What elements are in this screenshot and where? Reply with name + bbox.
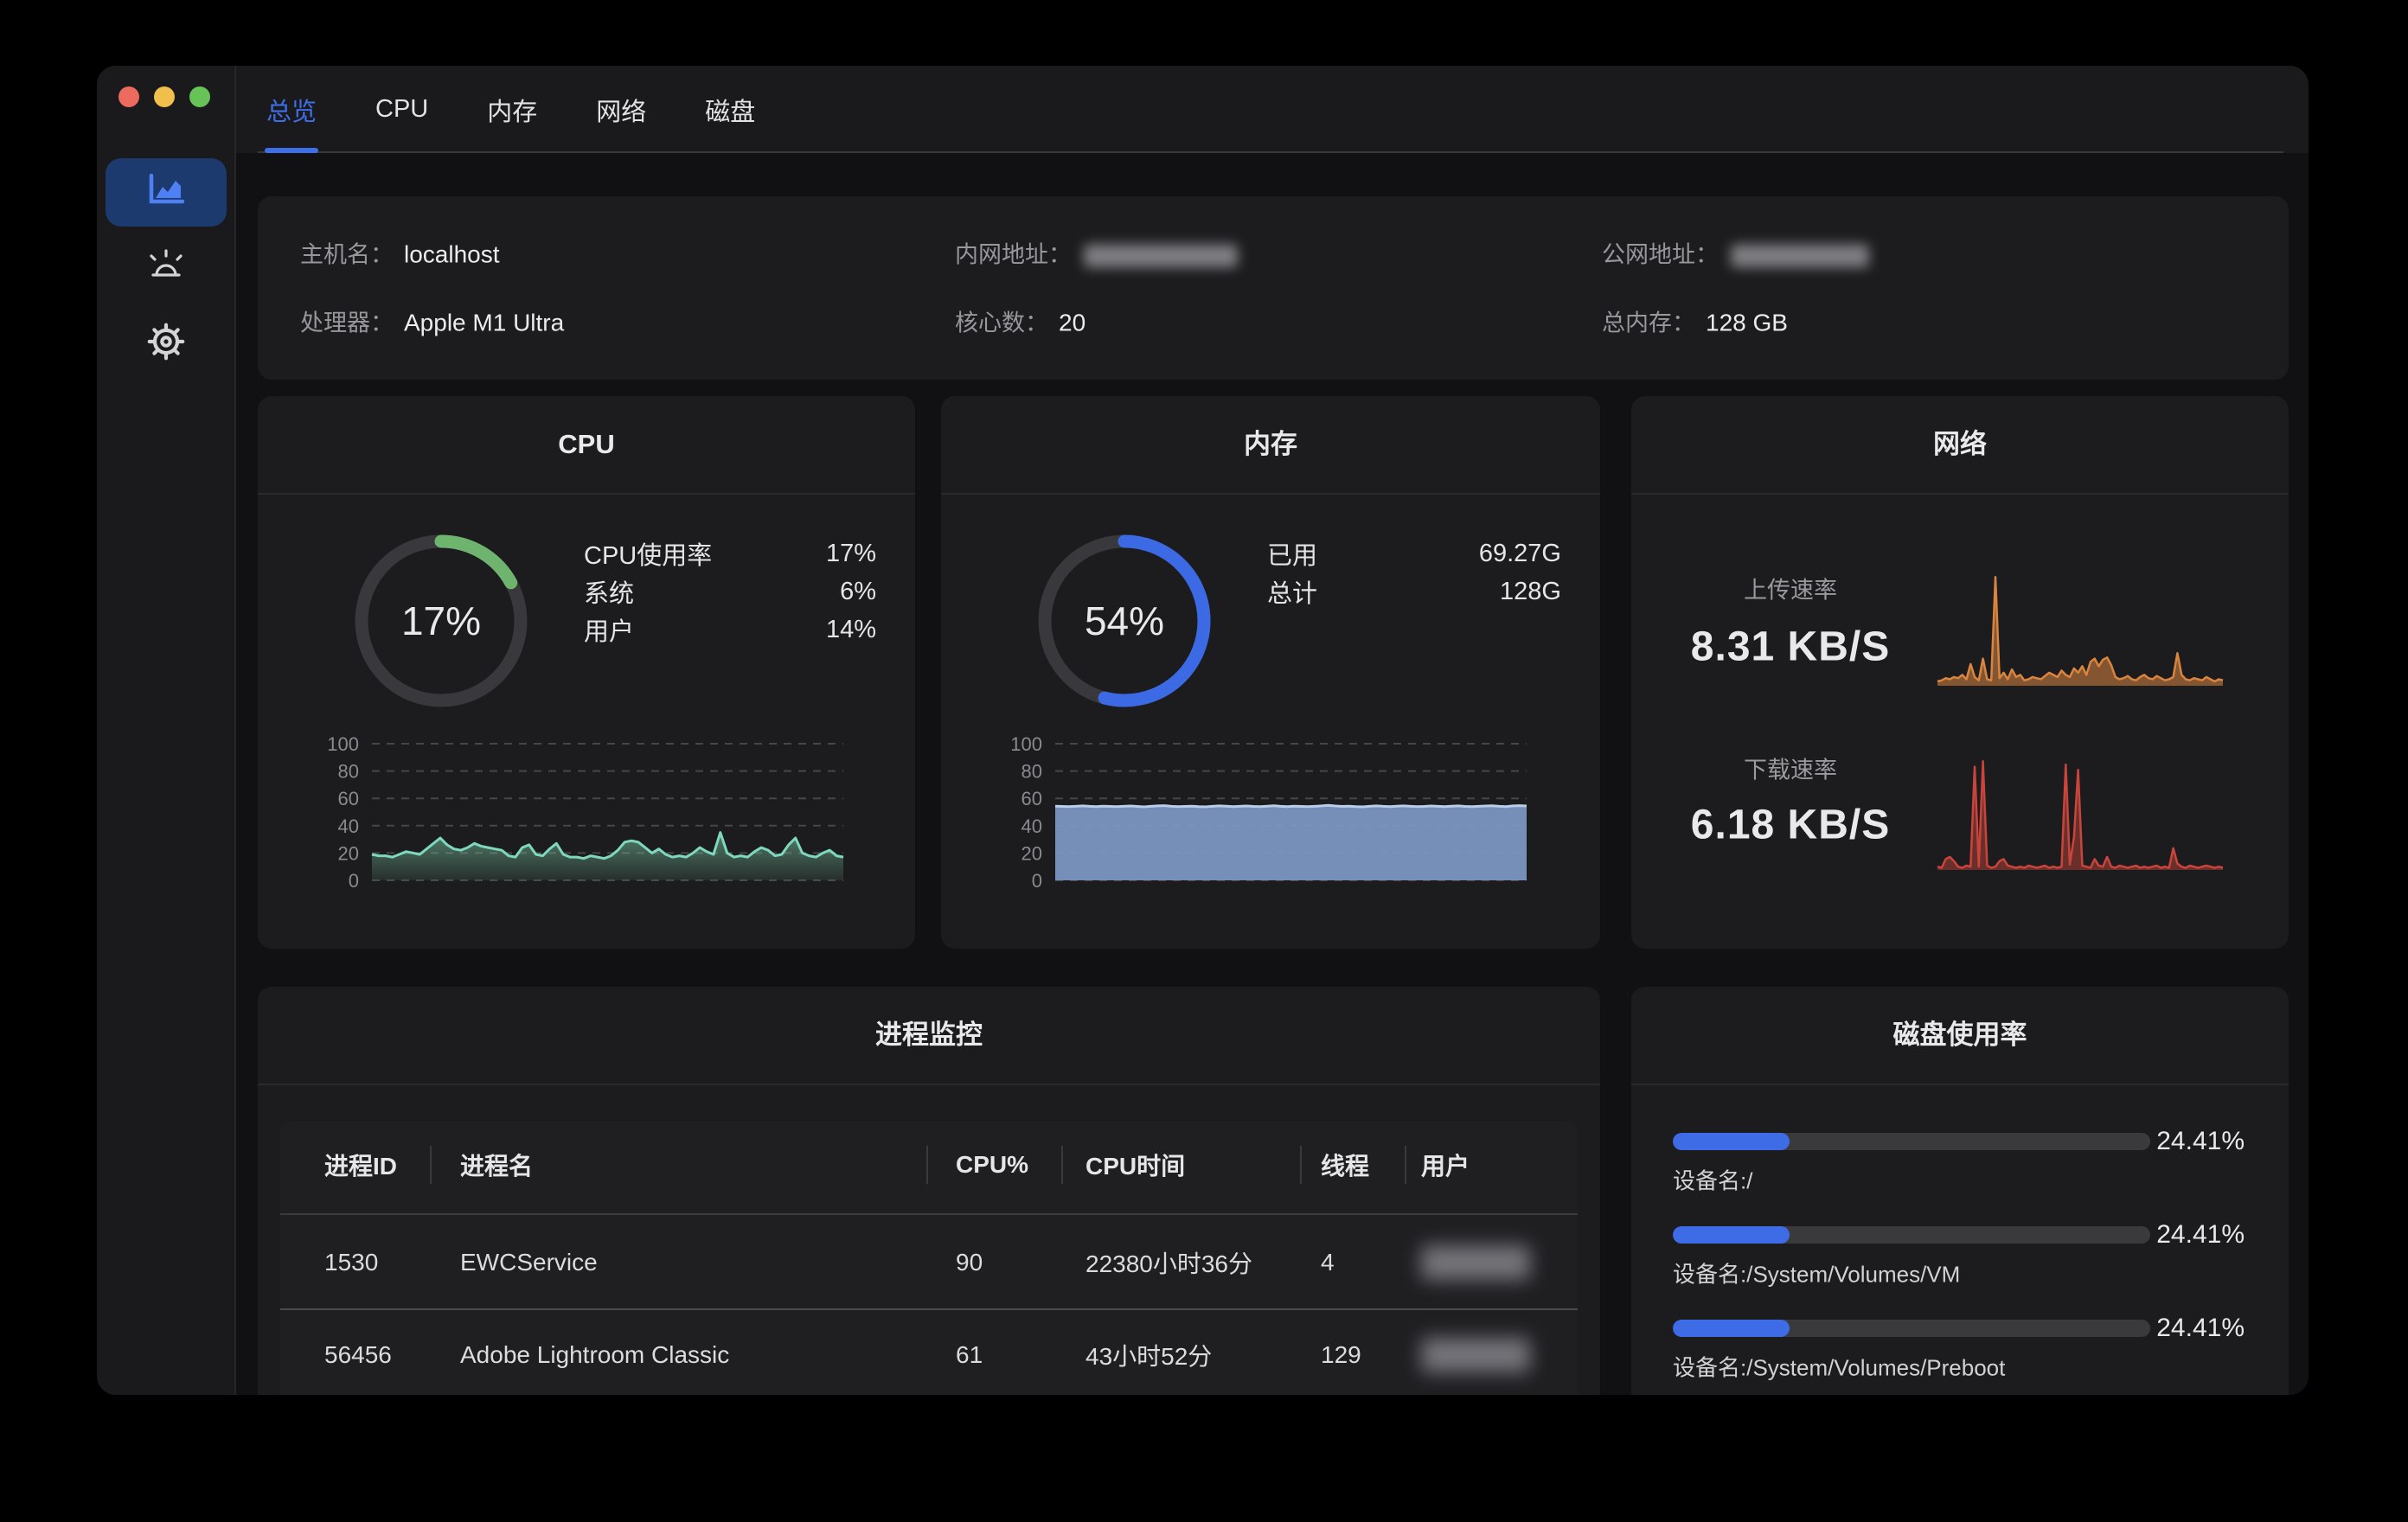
host-info-panel: 主机名：localhost 处理器：Apple M1 Ultra 内网地址： 核… bbox=[258, 196, 2289, 380]
tab-network[interactable]: 网络 bbox=[596, 66, 646, 153]
cpu-stats: CPU使用率17% 系统6% 用户14% bbox=[584, 534, 876, 649]
tab-bar: 总览 CPU 内存 网络 磁盘 bbox=[236, 66, 2309, 153]
disk-card-title: 磁盘使用率 bbox=[1631, 987, 2289, 1085]
upload-rate-value: 8.31 KB/S bbox=[1631, 624, 1950, 671]
stat-row: CPU使用率17% bbox=[584, 534, 876, 572]
column-divider bbox=[1300, 1146, 1302, 1184]
svg-text:60: 60 bbox=[338, 788, 359, 809]
svg-text:100: 100 bbox=[1010, 733, 1042, 755]
desktop-background: 总览 CPU 内存 网络 磁盘 主机名：localhost 处理器：Apple … bbox=[0, 0, 2408, 1522]
close-window-button[interactable] bbox=[118, 86, 139, 107]
upload-history-chart bbox=[1936, 565, 2225, 690]
upload-rate-label: 上传速率 bbox=[1631, 572, 1950, 605]
download-history-chart bbox=[1936, 749, 2225, 874]
stat-row: 总计128G bbox=[1267, 572, 1561, 611]
cpu-history-chart: 0 20 40 60 80 100 bbox=[258, 725, 915, 906]
header-divider bbox=[280, 1213, 1578, 1215]
redacted-wan-address bbox=[1731, 245, 1869, 268]
disk-progress-fill bbox=[1673, 1226, 1790, 1244]
disk-device-label: 设备名:/ bbox=[1673, 1164, 1752, 1196]
sidebar-item-alerts[interactable] bbox=[106, 234, 227, 303]
core-count-field: 核心数：20 bbox=[955, 304, 1086, 338]
column-header-time: CPU时间 bbox=[1086, 1148, 1185, 1182]
disk-percent: 24.41% bbox=[2156, 1220, 2245, 1250]
stat-row: 用户14% bbox=[584, 611, 876, 649]
disk-percent: 24.41% bbox=[2156, 1127, 2245, 1156]
tab-memory[interactable]: 内存 bbox=[487, 66, 537, 153]
column-header-cpu: CPU% bbox=[956, 1151, 1028, 1179]
memory-stats: 已用69.27G 总计128G bbox=[1267, 534, 1561, 611]
column-header-threads: 线程 bbox=[1321, 1148, 1369, 1182]
disk-progress-bar bbox=[1673, 1133, 2150, 1150]
column-divider bbox=[1061, 1146, 1063, 1184]
disk-progress-fill bbox=[1673, 1133, 1790, 1150]
disk-device-label: 设备名:/System/Volumes/Preboot bbox=[1673, 1351, 2005, 1383]
redacted-user-value bbox=[1421, 1245, 1530, 1280]
disk-device-label: 设备名:/System/Volumes/VM bbox=[1673, 1257, 1960, 1289]
column-divider bbox=[430, 1146, 432, 1184]
minimize-window-button[interactable] bbox=[154, 86, 175, 107]
system-monitor-window: 总览 CPU 内存 网络 磁盘 主机名：localhost 处理器：Apple … bbox=[97, 66, 2309, 1395]
sidebar-item-settings[interactable] bbox=[106, 310, 227, 378]
tab-overview[interactable]: 总览 bbox=[266, 66, 317, 153]
sidebar bbox=[97, 66, 236, 1395]
cpu-gauge-value: 17% bbox=[350, 530, 532, 712]
memory-card: 内存 54% 已用69.27G 总计128G 0 20 40 60 bbox=[941, 396, 1600, 949]
hostname-field: 主机名：localhost bbox=[300, 236, 500, 270]
column-divider bbox=[1405, 1146, 1406, 1184]
main-content: 主机名：localhost 处理器：Apple M1 Ultra 内网地址： 核… bbox=[236, 153, 2309, 1395]
lan-address-field: 内网地址： bbox=[955, 236, 1238, 270]
svg-text:100: 100 bbox=[327, 733, 359, 755]
svg-text:80: 80 bbox=[338, 761, 359, 783]
column-header-user: 用户 bbox=[1421, 1148, 1470, 1182]
memory-card-title: 内存 bbox=[941, 396, 1600, 495]
tab-list: 总览 CPU 内存 网络 磁盘 bbox=[266, 66, 755, 153]
disk-progress-fill bbox=[1673, 1320, 1790, 1337]
memory-gauge-value: 54% bbox=[1034, 530, 1215, 712]
svg-text:80: 80 bbox=[1021, 761, 1042, 783]
zoom-window-button[interactable] bbox=[189, 86, 210, 107]
svg-text:60: 60 bbox=[1021, 788, 1042, 809]
stat-row: 已用69.27G bbox=[1267, 534, 1561, 572]
row-divider bbox=[280, 1308, 1578, 1310]
svg-text:0: 0 bbox=[1032, 870, 1042, 892]
cpu-card: CPU 17% CPU使用率17% 系统6% 用 bbox=[258, 396, 915, 949]
sidebar-item-monitor[interactable] bbox=[106, 158, 227, 227]
svg-text:0: 0 bbox=[349, 870, 359, 892]
svg-text:20: 20 bbox=[1021, 842, 1042, 864]
cpu-card-title: CPU bbox=[258, 396, 915, 495]
memory-history-chart: 0 20 40 60 80 100 bbox=[941, 725, 1598, 906]
disk-progress-bar bbox=[1673, 1226, 2150, 1244]
processor-field: 处理器：Apple M1 Ultra bbox=[300, 304, 564, 338]
stat-row: 系统6% bbox=[584, 572, 876, 611]
total-memory-field: 总内存：128 GB bbox=[1602, 304, 1788, 338]
process-monitor-card: 进程监控 进程ID 进程名 CPU% CPU时间 线程 用户 1530 bbox=[258, 987, 1600, 1395]
svg-text:40: 40 bbox=[1021, 815, 1042, 837]
area-chart-icon bbox=[145, 171, 187, 214]
memory-gauge-chart: 54% bbox=[1034, 530, 1215, 712]
alarm-icon bbox=[144, 246, 188, 291]
process-table: 进程ID 进程名 CPU% CPU时间 线程 用户 1530 EWCServic… bbox=[280, 1122, 1578, 1395]
disk-progress-bar bbox=[1673, 1320, 2150, 1337]
redacted-lan-address bbox=[1084, 245, 1238, 268]
tab-disk[interactable]: 磁盘 bbox=[705, 66, 755, 153]
column-divider bbox=[926, 1146, 928, 1184]
download-rate-label: 下载速率 bbox=[1631, 751, 1950, 785]
network-card: 网络 上传速率 8.31 KB/S 下载速率 6.18 KB/S bbox=[1631, 396, 2289, 949]
cpu-gauge-chart: 17% bbox=[350, 530, 532, 712]
network-card-title: 网络 bbox=[1631, 396, 2289, 495]
disk-percent: 24.41% bbox=[2156, 1314, 2245, 1343]
column-header-pid: 进程ID bbox=[324, 1148, 397, 1182]
gear-icon bbox=[144, 320, 188, 368]
process-card-title: 进程监控 bbox=[258, 987, 1600, 1085]
redacted-user-value bbox=[1421, 1338, 1530, 1372]
disk-usage-card: 磁盘使用率 24.41% 设备名:/ 24.41% 设备名:/System/Vo… bbox=[1631, 987, 2289, 1395]
svg-text:40: 40 bbox=[338, 815, 359, 837]
tab-cpu[interactable]: CPU bbox=[375, 66, 428, 153]
svg-text:20: 20 bbox=[338, 842, 359, 864]
column-header-name: 进程名 bbox=[460, 1148, 533, 1182]
wan-address-field: 公网地址： bbox=[1602, 236, 1869, 270]
download-rate-value: 6.18 KB/S bbox=[1631, 802, 1950, 849]
window-controls bbox=[118, 86, 210, 107]
